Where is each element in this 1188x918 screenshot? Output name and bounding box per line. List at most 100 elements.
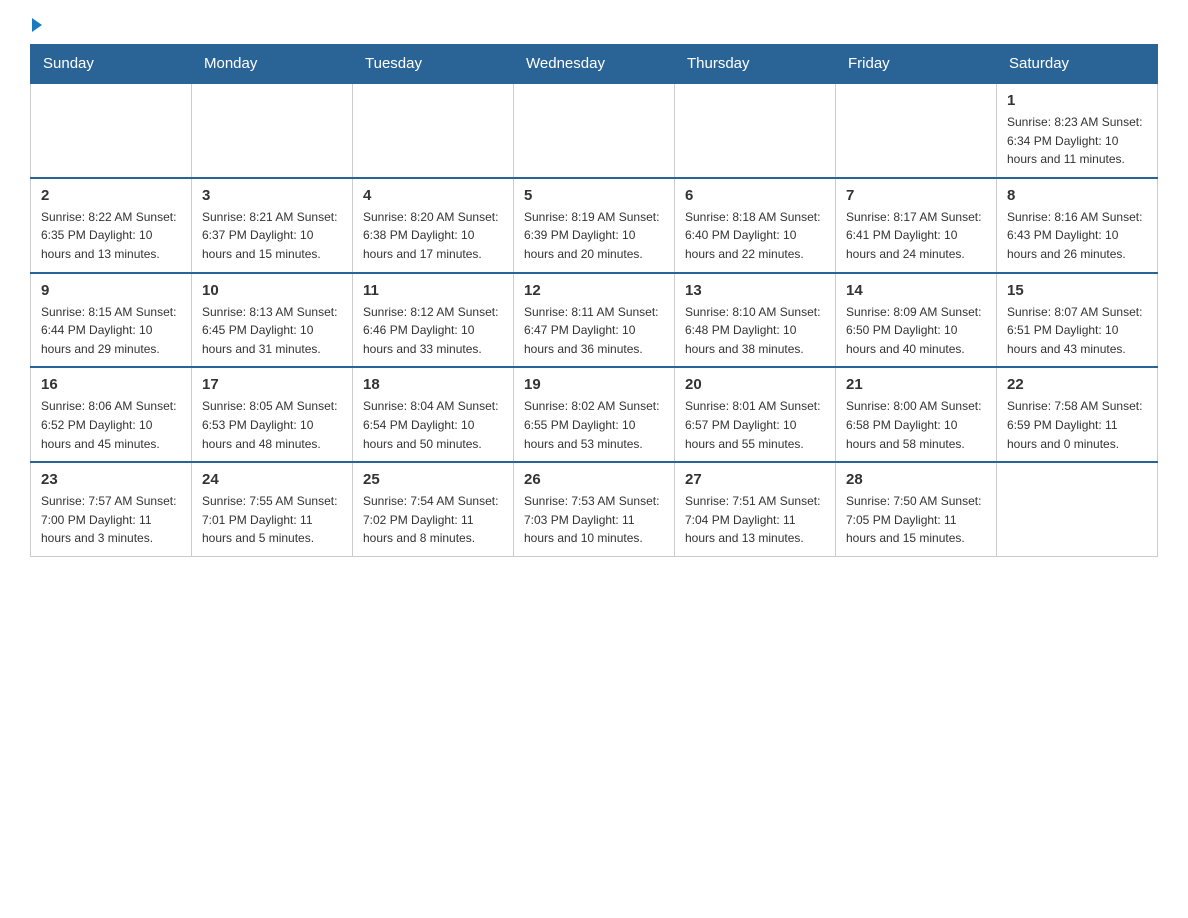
calendar-cell: 14 Sunrise: 8:09 AM Sunset: 6:50 PM Dayli… (836, 273, 997, 368)
calendar-cell (353, 83, 514, 178)
day-number: 22 (1007, 376, 1147, 393)
calendar-cell: 21 Sunrise: 8:00 AM Sunset: 6:58 PM Dayli… (836, 367, 997, 462)
calendar-cell: 27 Sunrise: 7:51 AM Sunset: 7:04 PM Dayli… (675, 462, 836, 556)
calendar-week-row: 23Sunrise: 7:57 AM Sunset: 7:00 PM Dayli… (31, 462, 1158, 556)
day-number: 2 (41, 187, 181, 204)
day-number: 26 (524, 471, 664, 488)
calendar-cell: 26 Sunrise: 7:53 AM Sunset: 7:03 PM Dayli… (514, 462, 675, 556)
day-number: 28 (846, 471, 986, 488)
day-number: 21 (846, 376, 986, 393)
calendar-cell (675, 83, 836, 178)
day-number: 25 (363, 471, 503, 488)
calendar-cell: 7Sunrise: 8:17 AM Sunset: 6:41 PM Daylig… (836, 178, 997, 273)
calendar-cell: 15Sunrise: 8:07 AM Sunset: 6:51 PM Dayli… (997, 273, 1158, 368)
calendar-cell: 17 Sunrise: 8:05 AM Sunset: 6:53 PM Dayli… (192, 367, 353, 462)
weekday-header-monday: Monday (192, 45, 353, 84)
day-number: 7 (846, 187, 986, 204)
day-info: Sunrise: 8:23 AM Sunset: 6:34 PM Dayligh… (1007, 113, 1147, 169)
day-number: 13 (685, 282, 825, 299)
day-info: Sunrise: 8:06 AM Sunset: 6:52 PM Dayligh… (41, 397, 181, 453)
day-number: 18 (363, 376, 503, 393)
day-number: 9 (41, 282, 181, 299)
day-number: 11 (363, 282, 503, 299)
day-number: 6 (685, 187, 825, 204)
calendar-cell: 20 Sunrise: 8:01 AM Sunset: 6:57 PM Dayli… (675, 367, 836, 462)
day-info: Sunrise: 8:11 AM Sunset: 6:47 PM Dayligh… (524, 303, 664, 359)
calendar-cell: 5Sunrise: 8:19 AM Sunset: 6:39 PM Daylig… (514, 178, 675, 273)
day-info: Sunrise: 8:04 AM Sunset: 6:54 PM Dayligh… (363, 397, 503, 453)
calendar-cell: 9 Sunrise: 8:15 AM Sunset: 6:44 PM Daylig… (31, 273, 192, 368)
calendar-cell: 8 Sunrise: 8:16 AM Sunset: 6:43 PM Daylig… (997, 178, 1158, 273)
day-info: Sunrise: 8:22 AM Sunset: 6:35 PM Dayligh… (41, 208, 181, 264)
calendar-cell: 2 Sunrise: 8:22 AM Sunset: 6:35 PM Daylig… (31, 178, 192, 273)
calendar-cell: 19 Sunrise: 8:02 AM Sunset: 6:55 PM Dayli… (514, 367, 675, 462)
calendar-week-row: 2 Sunrise: 8:22 AM Sunset: 6:35 PM Daylig… (31, 178, 1158, 273)
calendar-cell (997, 462, 1158, 556)
day-info: Sunrise: 7:53 AM Sunset: 7:03 PM Dayligh… (524, 492, 664, 548)
calendar-cell: 25 Sunrise: 7:54 AM Sunset: 7:02 PM Dayli… (353, 462, 514, 556)
calendar-cell: 24 Sunrise: 7:55 AM Sunset: 7:01 PM Dayli… (192, 462, 353, 556)
calendar-cell: 23Sunrise: 7:57 AM Sunset: 7:00 PM Dayli… (31, 462, 192, 556)
day-info: Sunrise: 7:50 AM Sunset: 7:05 PM Dayligh… (846, 492, 986, 548)
day-number: 16 (41, 376, 181, 393)
day-info: Sunrise: 7:51 AM Sunset: 7:04 PM Dayligh… (685, 492, 825, 548)
calendar-cell: 6Sunrise: 8:18 AM Sunset: 6:40 PM Daylig… (675, 178, 836, 273)
day-number: 14 (846, 282, 986, 299)
calendar-week-row: 16 Sunrise: 8:06 AM Sunset: 6:52 PM Dayli… (31, 367, 1158, 462)
day-number: 12 (524, 282, 664, 299)
logo (30, 20, 42, 32)
calendar-cell: 13 Sunrise: 8:10 AM Sunset: 6:48 PM Dayli… (675, 273, 836, 368)
calendar-cell: 10 Sunrise: 8:13 AM Sunset: 6:45 PM Dayli… (192, 273, 353, 368)
weekday-header-row: SundayMondayTuesdayWednesdayThursdayFrid… (31, 45, 1158, 84)
day-info: Sunrise: 8:15 AM Sunset: 6:44 PM Dayligh… (41, 303, 181, 359)
calendar-cell: 16 Sunrise: 8:06 AM Sunset: 6:52 PM Dayli… (31, 367, 192, 462)
calendar-week-row: 9 Sunrise: 8:15 AM Sunset: 6:44 PM Daylig… (31, 273, 1158, 368)
calendar-cell: 11 Sunrise: 8:12 AM Sunset: 6:46 PM Dayli… (353, 273, 514, 368)
day-info: Sunrise: 7:54 AM Sunset: 7:02 PM Dayligh… (363, 492, 503, 548)
calendar-cell: 12 Sunrise: 8:11 AM Sunset: 6:47 PM Dayli… (514, 273, 675, 368)
weekday-header-saturday: Saturday (997, 45, 1158, 84)
calendar-cell: 4 Sunrise: 8:20 AM Sunset: 6:38 PM Daylig… (353, 178, 514, 273)
day-info: Sunrise: 7:55 AM Sunset: 7:01 PM Dayligh… (202, 492, 342, 548)
day-number: 17 (202, 376, 342, 393)
day-number: 23 (41, 471, 181, 488)
day-number: 10 (202, 282, 342, 299)
day-info: Sunrise: 8:01 AM Sunset: 6:57 PM Dayligh… (685, 397, 825, 453)
calendar-table: SundayMondayTuesdayWednesdayThursdayFrid… (30, 44, 1158, 557)
day-info: Sunrise: 8:16 AM Sunset: 6:43 PM Dayligh… (1007, 208, 1147, 264)
day-number: 1 (1007, 92, 1147, 109)
calendar-cell: 18 Sunrise: 8:04 AM Sunset: 6:54 PM Dayli… (353, 367, 514, 462)
day-number: 8 (1007, 187, 1147, 204)
weekday-header-wednesday: Wednesday (514, 45, 675, 84)
calendar-cell: 22Sunrise: 7:58 AM Sunset: 6:59 PM Dayli… (997, 367, 1158, 462)
logo-arrow-icon (32, 18, 42, 32)
weekday-header-tuesday: Tuesday (353, 45, 514, 84)
day-number: 5 (524, 187, 664, 204)
calendar-cell (192, 83, 353, 178)
calendar-cell: 3 Sunrise: 8:21 AM Sunset: 6:37 PM Daylig… (192, 178, 353, 273)
calendar-cell (836, 83, 997, 178)
calendar-cell (31, 83, 192, 178)
weekday-header-sunday: Sunday (31, 45, 192, 84)
day-number: 24 (202, 471, 342, 488)
day-info: Sunrise: 8:02 AM Sunset: 6:55 PM Dayligh… (524, 397, 664, 453)
day-info: Sunrise: 8:20 AM Sunset: 6:38 PM Dayligh… (363, 208, 503, 264)
day-info: Sunrise: 8:05 AM Sunset: 6:53 PM Dayligh… (202, 397, 342, 453)
day-info: Sunrise: 8:12 AM Sunset: 6:46 PM Dayligh… (363, 303, 503, 359)
day-number: 15 (1007, 282, 1147, 299)
weekday-header-thursday: Thursday (675, 45, 836, 84)
calendar-cell (514, 83, 675, 178)
day-info: Sunrise: 8:09 AM Sunset: 6:50 PM Dayligh… (846, 303, 986, 359)
day-number: 19 (524, 376, 664, 393)
day-info: Sunrise: 8:21 AM Sunset: 6:37 PM Dayligh… (202, 208, 342, 264)
day-number: 27 (685, 471, 825, 488)
calendar-cell: 1 Sunrise: 8:23 AM Sunset: 6:34 PM Daylig… (997, 83, 1158, 178)
day-info: Sunrise: 8:13 AM Sunset: 6:45 PM Dayligh… (202, 303, 342, 359)
day-number: 4 (363, 187, 503, 204)
day-number: 3 (202, 187, 342, 204)
day-number: 20 (685, 376, 825, 393)
page-header (30, 20, 1158, 32)
day-info: Sunrise: 8:00 AM Sunset: 6:58 PM Dayligh… (846, 397, 986, 453)
day-info: Sunrise: 8:10 AM Sunset: 6:48 PM Dayligh… (685, 303, 825, 359)
weekday-header-friday: Friday (836, 45, 997, 84)
